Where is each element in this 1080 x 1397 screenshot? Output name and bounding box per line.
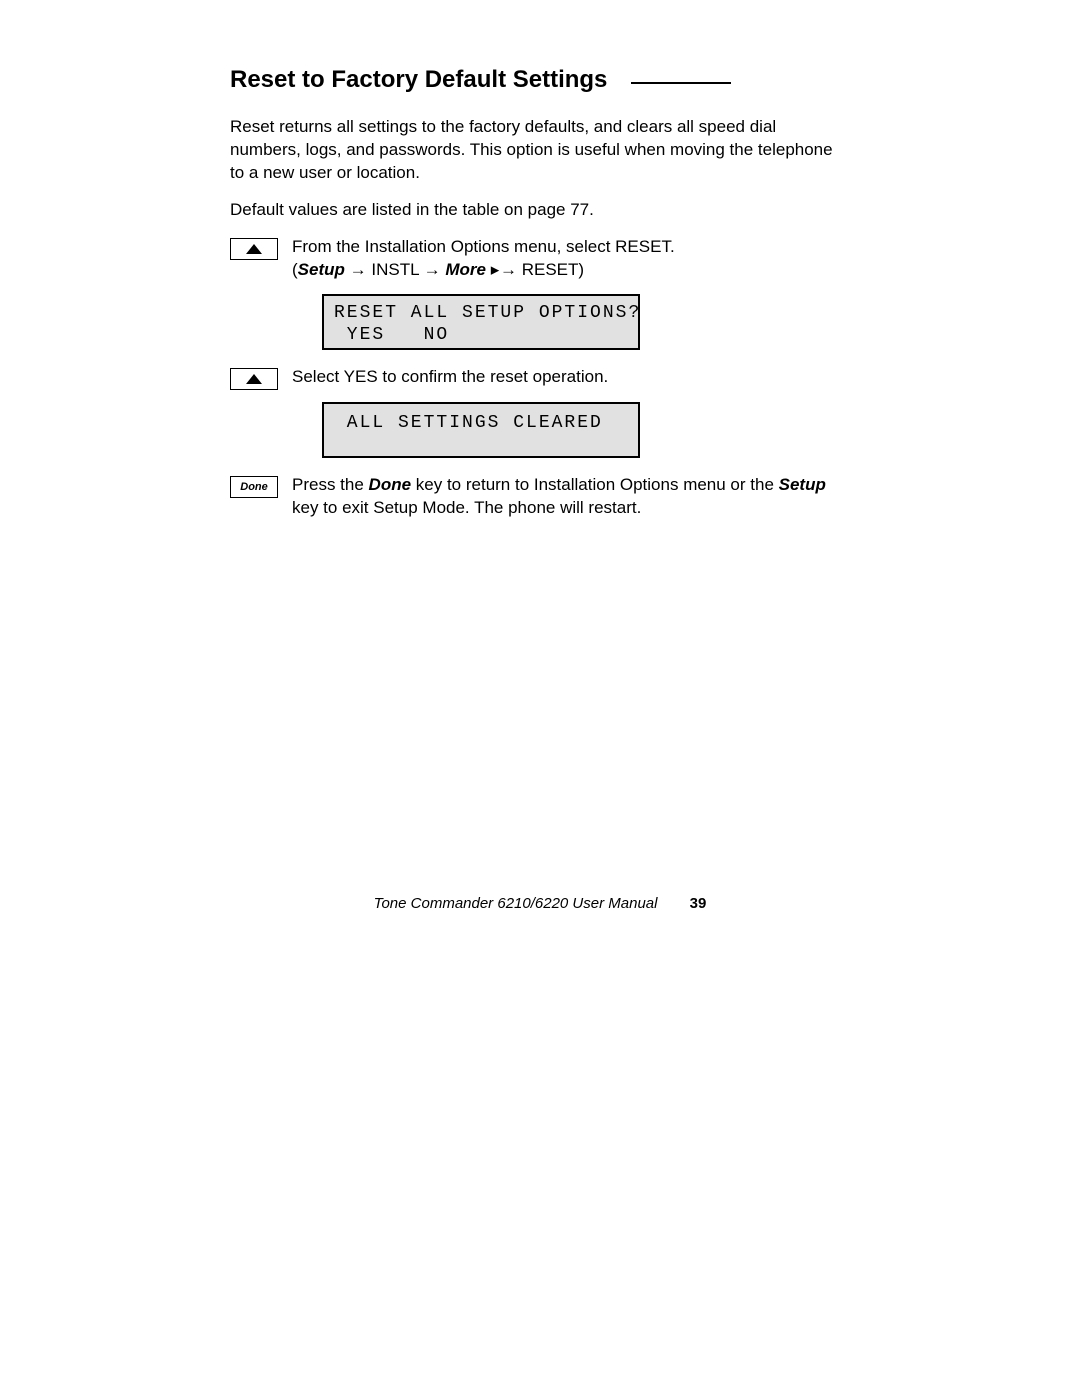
- heading-row: Reset to Factory Default Settings: [230, 66, 850, 94]
- step-1-text: From the Installation Options menu, sele…: [292, 236, 675, 282]
- bc-reset: RESET): [522, 260, 584, 279]
- step3-setup: Setup: [779, 475, 826, 494]
- bc-setup: Setup: [298, 260, 345, 279]
- done-key-icon: Done: [230, 476, 278, 498]
- bc-arrow-1: →: [345, 260, 371, 279]
- step3-c: key to exit Setup Mode. The phone will r…: [292, 498, 641, 517]
- up-key-icon: [230, 238, 278, 260]
- step-3: Done Press the Done key to return to Ins…: [230, 474, 850, 520]
- page-footer: Tone Commander 6210/6220 User Manual 39: [0, 895, 1080, 912]
- bc-arrow-3: →: [500, 260, 522, 279]
- bc-instl: INSTL: [371, 260, 419, 279]
- step-3-text: Press the Done key to return to Installa…: [292, 474, 850, 520]
- page-title: Reset to Factory Default Settings: [230, 66, 607, 94]
- lcd-display-1: RESET ALL SETUP OPTIONS? YES NO: [322, 294, 640, 350]
- step3-a: Press the: [292, 475, 369, 494]
- up-key-icon: [230, 368, 278, 390]
- footer-page-number: 39: [690, 895, 707, 912]
- footer-title: Tone Commander 6210/6220 User Manual: [374, 895, 658, 912]
- step3-done: Done: [369, 475, 412, 494]
- lcd1-line2: YES NO: [334, 325, 449, 345]
- lcd2-line1: ALL SETTINGS CLEARED: [334, 412, 603, 434]
- step-2: Select YES to confirm the reset operatio…: [230, 366, 850, 390]
- lcd1-line1: RESET ALL SETUP OPTIONS?: [334, 303, 641, 323]
- step-1-breadcrumb: (Setup → INSTL → More ▸ → RESET): [292, 259, 675, 282]
- step-2-text: Select YES to confirm the reset operatio…: [292, 366, 608, 389]
- done-key-label: Done: [240, 481, 268, 493]
- step3-b: key to return to Installation Options me…: [411, 475, 779, 494]
- intro-paragraph-2: Default values are listed in the table o…: [230, 199, 850, 222]
- lcd-display-2: ALL SETTINGS CLEARED: [322, 402, 640, 458]
- bc-arrow-2: →: [419, 260, 445, 279]
- heading-rule: [631, 82, 731, 84]
- intro-paragraph-1: Reset returns all settings to the factor…: [230, 116, 850, 185]
- step-1-instruction: From the Installation Options menu, sele…: [292, 236, 675, 259]
- bc-more: More: [445, 260, 486, 279]
- step-1: From the Installation Options menu, sele…: [230, 236, 850, 282]
